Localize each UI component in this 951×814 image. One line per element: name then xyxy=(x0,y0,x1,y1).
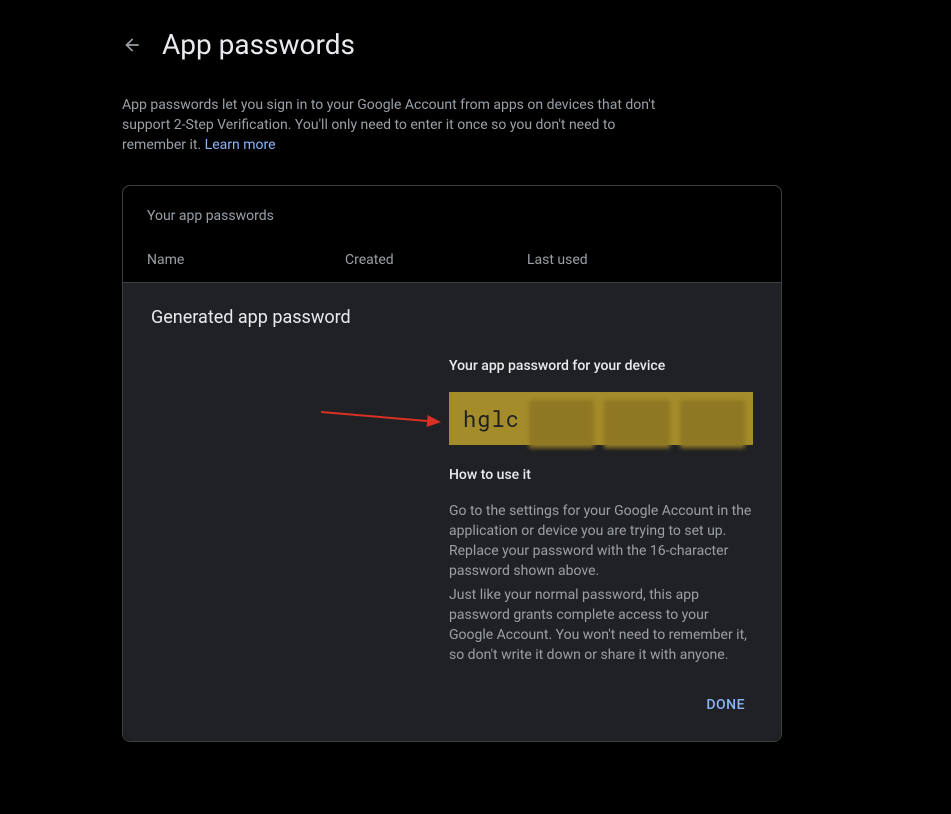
annotation-arrow-icon xyxy=(321,408,451,438)
password-text: hglc xyxy=(463,404,520,433)
howto-paragraph-1: Go to the settings for your Google Accou… xyxy=(449,501,753,581)
app-passwords-card: Your app passwords Name Created Last use… xyxy=(122,185,782,742)
howto-paragraph-2: Just like your normal password, this app… xyxy=(449,585,753,665)
dialog-title: Generated app password xyxy=(151,307,753,328)
table-header: Name Created Last used xyxy=(123,252,781,283)
arrow-left-icon xyxy=(122,35,142,55)
howto-label: How to use it xyxy=(449,467,753,483)
generated-password-dialog: Generated app password Your app password… xyxy=(123,283,781,741)
password-redacted xyxy=(529,400,745,448)
page-title: App passwords xyxy=(162,28,355,61)
back-button[interactable] xyxy=(122,35,142,55)
card-section-label: Your app passwords xyxy=(123,208,781,224)
intro-body: App passwords let you sign in to your Go… xyxy=(122,97,655,153)
page-header: App passwords xyxy=(0,28,951,61)
intro-text: App passwords let you sign in to your Go… xyxy=(0,95,780,155)
dialog-left-column xyxy=(151,358,449,669)
done-button[interactable]: DONE xyxy=(698,691,753,719)
password-display: hglc xyxy=(449,392,753,445)
column-name: Name xyxy=(147,252,345,268)
column-last-used: Last used xyxy=(527,252,757,268)
device-label: Your app password for your device xyxy=(449,358,753,374)
column-created: Created xyxy=(345,252,527,268)
learn-more-link[interactable]: Learn more xyxy=(205,137,276,153)
